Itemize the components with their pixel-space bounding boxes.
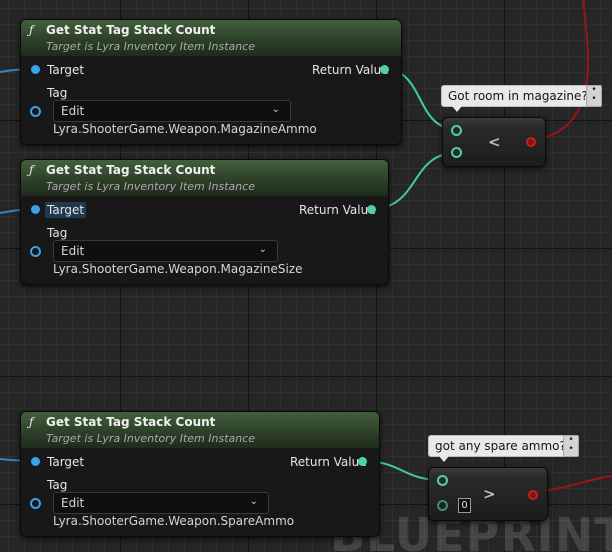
tag-pin[interactable] (30, 106, 41, 117)
function-icon: ƒ (29, 23, 34, 37)
tag-edit-dropdown[interactable]: Edit ⌄ (53, 100, 291, 122)
input-a-pin[interactable] (439, 477, 446, 484)
target-label: Target (47, 63, 85, 77)
tag-pin[interactable] (30, 246, 41, 257)
return-value-pin[interactable] (358, 457, 367, 466)
node-subtitle: Target is Lyra Inventory Item Instance (46, 180, 256, 193)
comment-text: got any spare ammo? (435, 439, 566, 453)
target-pin[interactable] (31, 205, 40, 214)
edit-label: Edit (61, 104, 85, 118)
function-icon: ƒ (29, 163, 34, 177)
comment-tail (439, 456, 449, 462)
node-subtitle: Target is Lyra Inventory Item Instance (46, 40, 256, 53)
return-value-pin[interactable] (367, 205, 376, 214)
tag-label: Tag (47, 86, 68, 100)
node-title: Get Stat Tag Stack Count (46, 415, 216, 429)
node-title: Get Stat Tag Stack Count (46, 23, 216, 37)
tag-value: Lyra.ShooterGame.Weapon.MagazineAmmo (53, 122, 317, 136)
pin-comment-button[interactable]: • • (586, 85, 602, 107)
node-subtitle: Target is Lyra Inventory Item Instance (46, 432, 256, 445)
chevron-down-icon: ⌄ (249, 496, 258, 507)
greater-than-node[interactable]: 0 > (428, 467, 548, 521)
input-b-pin[interactable] (453, 149, 460, 156)
pin-icon: • • (591, 85, 597, 104)
comment-tail (452, 106, 462, 112)
tag-label: Tag (47, 478, 68, 492)
target-pin[interactable] (31, 457, 40, 466)
input-a-pin[interactable] (453, 127, 460, 134)
get-stat-tag-stack-count-node[interactable]: ƒ Get Stat Tag Stack Count Target is Lyr… (20, 411, 380, 537)
less-than-operator: < (488, 133, 501, 151)
function-icon: ƒ (29, 415, 34, 429)
get-stat-tag-stack-count-node[interactable]: ƒ Get Stat Tag Stack Count Target is Lyr… (20, 19, 402, 145)
edit-label: Edit (61, 244, 85, 258)
node-header[interactable]: ƒ Get Stat Tag Stack Count Target is Lyr… (21, 20, 401, 56)
return-value-pin[interactable] (380, 65, 389, 74)
target-label: Target (45, 202, 87, 218)
comment-text: Got room in magazine? (448, 89, 588, 103)
comment-bubble[interactable]: got any spare ammo? (428, 435, 573, 462)
edit-label: Edit (61, 496, 85, 510)
return-value-label: Return Value (312, 63, 389, 77)
less-than-node[interactable]: < (442, 117, 546, 167)
tag-edit-dropdown[interactable]: Edit ⌄ (53, 240, 278, 262)
comment-bubble[interactable]: Got room in magazine? (441, 85, 595, 112)
input-b-pin[interactable] (437, 500, 448, 511)
blueprint-graph-canvas[interactable]: BLUEPRINT ƒ Get Stat Tag Stack Count Tar… (0, 0, 612, 552)
node-header[interactable]: ƒ Get Stat Tag Stack Count Target is Lyr… (21, 160, 388, 196)
node-title: Get Stat Tag Stack Count (46, 163, 216, 177)
tag-pin[interactable] (30, 498, 41, 509)
pin-icon: • • (568, 435, 574, 454)
target-label: Target (47, 455, 85, 469)
pin-comment-button[interactable]: • • (563, 435, 579, 457)
return-value-label: Return Value (299, 203, 376, 217)
get-stat-tag-stack-count-node[interactable]: ƒ Get Stat Tag Stack Count Target is Lyr… (20, 159, 389, 285)
literal-value: 0 (461, 500, 468, 511)
tag-value: Lyra.ShooterGame.Weapon.MagazineSize (53, 262, 303, 276)
return-value-label: Return Value (290, 455, 367, 469)
bool-output-pin[interactable] (528, 139, 534, 145)
tag-value: Lyra.ShooterGame.Weapon.SpareAmmo (53, 514, 295, 528)
target-pin[interactable] (31, 65, 40, 74)
chevron-down-icon: ⌄ (258, 244, 267, 255)
tag-edit-dropdown[interactable]: Edit ⌄ (53, 492, 269, 514)
chevron-down-icon: ⌄ (271, 104, 280, 115)
tag-label: Tag (47, 226, 68, 240)
literal-input-field[interactable]: 0 (458, 498, 471, 513)
bool-output-pin[interactable] (530, 492, 536, 498)
greater-than-operator: > (483, 485, 496, 503)
node-header[interactable]: ƒ Get Stat Tag Stack Count Target is Lyr… (21, 412, 379, 448)
